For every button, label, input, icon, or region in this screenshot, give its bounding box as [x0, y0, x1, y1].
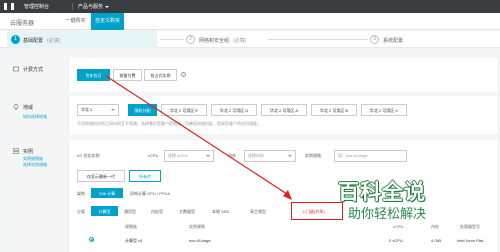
watermark-title: 百科全说 — [338, 181, 426, 204]
watermark: 百科全说 助你轻松解决 — [336, 176, 500, 226]
watermark-subtitle: 助你轻松解决 — [348, 206, 427, 221]
